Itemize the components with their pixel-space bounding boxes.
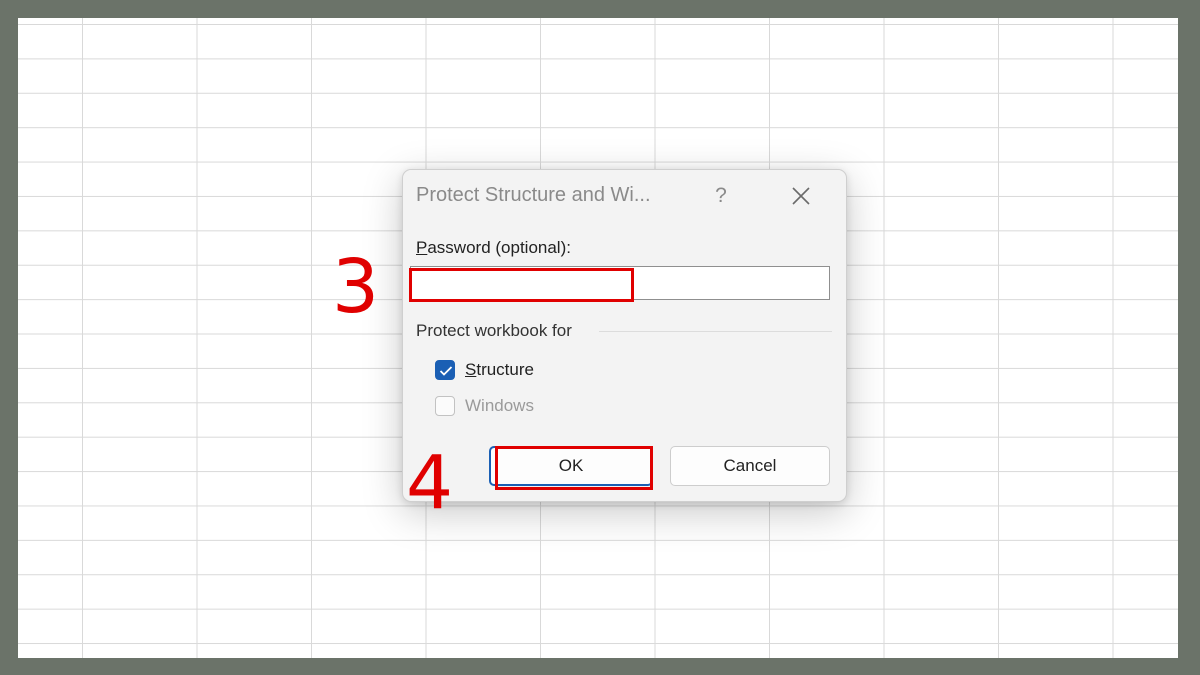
ok-highlight-box [495,446,653,490]
password-label-text: assword (optional): [427,238,571,257]
cancel-button[interactable]: Cancel [670,446,830,486]
dialog-titlebar[interactable]: Protect Structure and Wi... ? [403,170,846,220]
close-button[interactable] [783,181,819,211]
close-icon [792,187,810,205]
step-3-marker: 3 [332,244,380,330]
windows-checkbox [435,396,455,416]
password-label: Password (optional): [416,238,571,258]
structure-label-text: tructure [476,360,534,379]
help-button[interactable]: ? [703,182,739,210]
structure-label-mnemonic: S [465,360,477,379]
dialog-title: Protect Structure and Wi... [416,184,651,206]
windows-label: Windows [465,396,534,415]
checkmark-icon [439,366,453,376]
protect-for-group-label: Protect workbook for [416,321,572,340]
step-4-marker: 4 [406,440,454,526]
structure-checkbox[interactable] [435,360,455,380]
password-label-mnemonic: P [416,238,428,257]
group-divider [599,331,832,332]
password-highlight-box [409,268,634,302]
structure-label: Structure [465,360,534,380]
